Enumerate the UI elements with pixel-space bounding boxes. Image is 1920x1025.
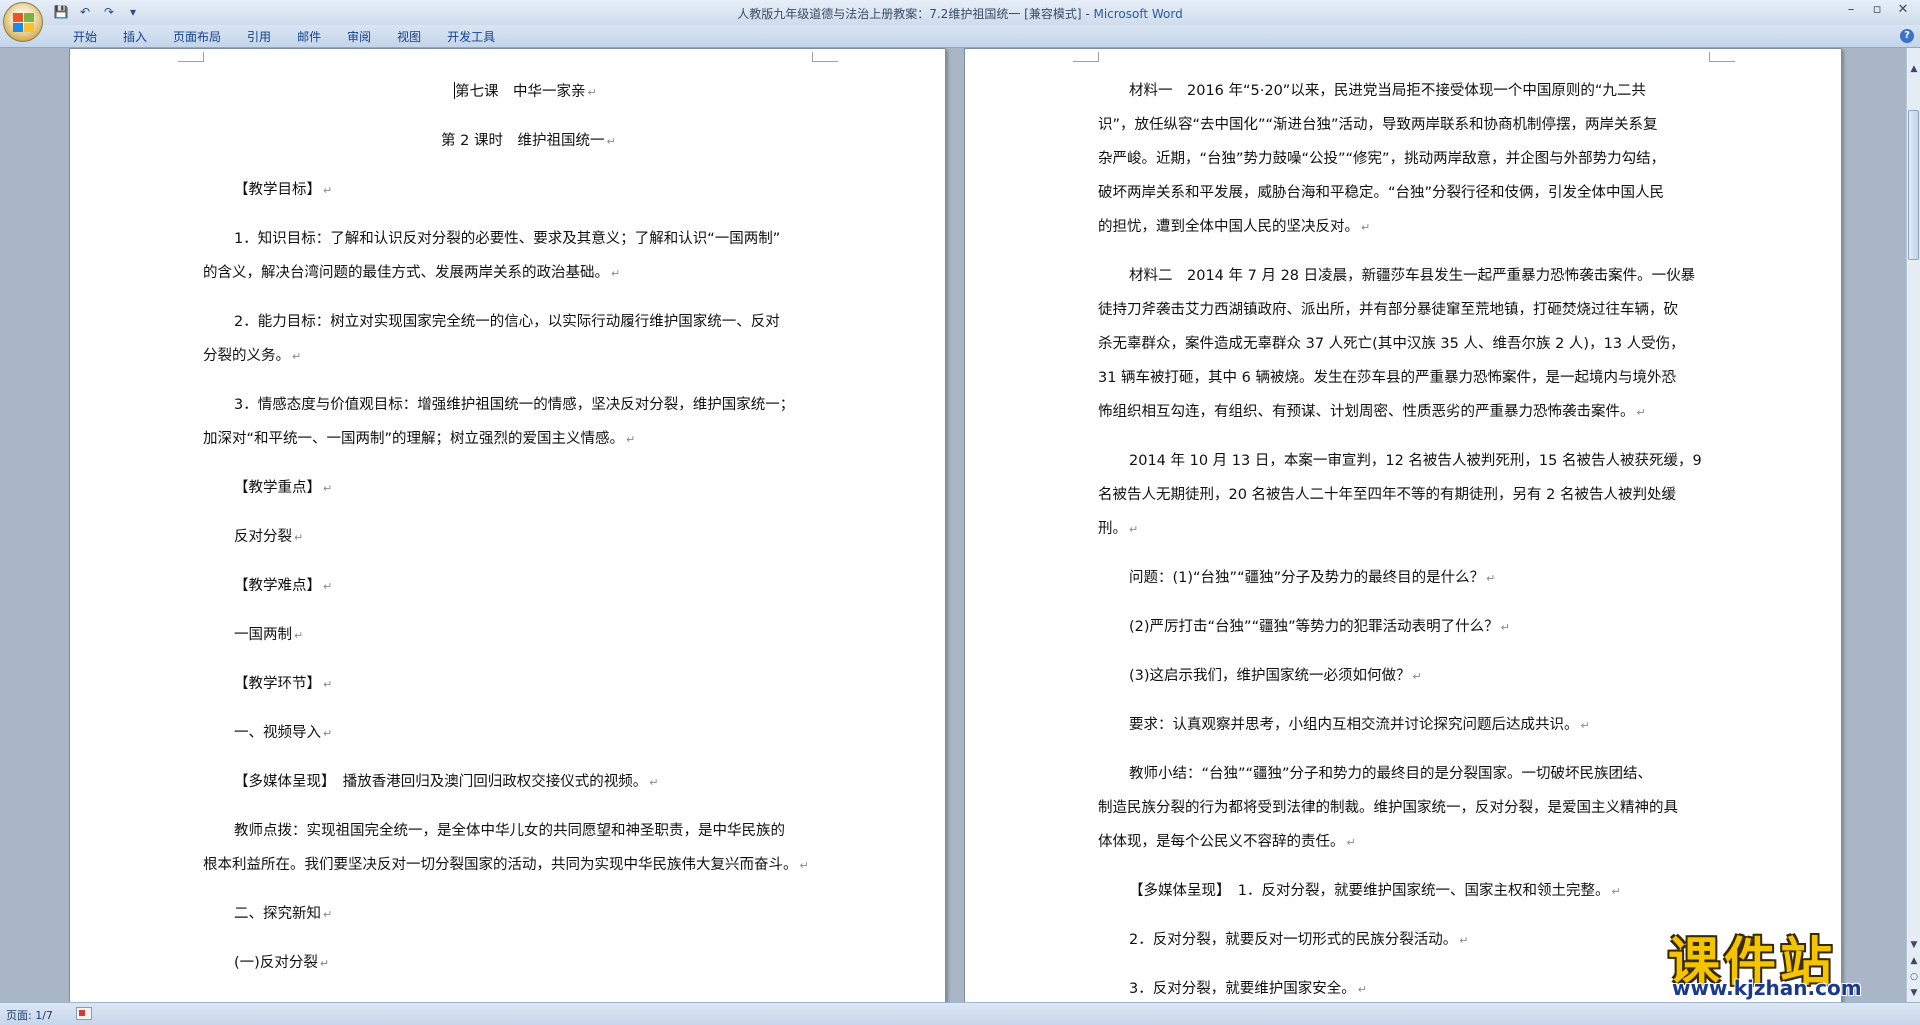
heading-difficulties: 【教学难点】 ↵ bbox=[234, 578, 333, 594]
lesson-title: 第七课 中华一家亲 ↵ bbox=[454, 82, 597, 100]
tab-insert[interactable]: 插入 bbox=[110, 29, 160, 45]
paragraph-line: 二、探究新知 ↵ bbox=[234, 906, 333, 922]
window-controls: – ▫ ✕ bbox=[1838, 2, 1916, 20]
tab-mailings[interactable]: 邮件 bbox=[284, 29, 334, 45]
paragraph-line: 一、视频导入 ↵ bbox=[234, 725, 333, 741]
paragraph-line: 的担忧，遭到全体中国人民的坚决反对。 ↵ bbox=[1098, 219, 1371, 235]
paragraph-line: 【多媒体呈现】 1．反对分裂，就要维护国家统一、国家主权和领土完整。 ↵ bbox=[1129, 883, 1621, 899]
paragraph-line: 识”，放任纵容“去中国化”“渐进台独”活动，导致两岸联系和协商机制停摆，两岸关系… bbox=[1098, 117, 1658, 133]
page-indicator[interactable]: 页面: 1/7 bbox=[6, 1007, 53, 1023]
question-1: 问题：(1)“台独”“疆独”分子及势力的最终目的是什么？ ↵ bbox=[1129, 570, 1496, 586]
paragraph-line: 杂严峻。近期，“台独”势力鼓噪“公投”“修宪”，挑动两岸敌意，并企图与外部势力勾… bbox=[1098, 151, 1666, 167]
paragraph-line: 反对分裂 ↵ bbox=[234, 529, 304, 545]
title-separator: - bbox=[1081, 7, 1094, 21]
office-logo-icon bbox=[13, 13, 35, 33]
ribbon-tabs: 开始 插入 页面布局 引用 邮件 审阅 视图 开发工具 bbox=[60, 29, 508, 45]
left-page-content[interactable]: 第七课 中华一家亲 ↵ 第 2 课时 维护祖国统一 ↵ 【教学目标】 ↵ 1．知识目标… bbox=[70, 49, 947, 1002]
heading-teaching-goals: 【教学目标】 ↵ bbox=[234, 182, 333, 198]
page-left[interactable]: 第七课 中华一家亲 ↵ 第 2 课时 维护祖国统一 ↵ 【教学目标】 ↵ 1．知识目标… bbox=[69, 48, 946, 1002]
tab-page-layout[interactable]: 页面布局 bbox=[160, 29, 234, 45]
minimize-button[interactable]: – bbox=[1838, 2, 1864, 20]
watermark: 课件站 www.kjzhan.com bbox=[1668, 920, 1908, 1002]
lesson-subtitle: 第 2 课时 维护祖国统一 ↵ bbox=[441, 133, 616, 149]
paragraph-line: 一国两制 ↵ bbox=[234, 627, 304, 643]
proofing-status-icon[interactable] bbox=[76, 1007, 92, 1020]
paragraph-line: 制造民族分裂的行为都将受到法律的制裁。维护国家统一，反对分裂，是爱国主义精神的具 bbox=[1098, 800, 1678, 816]
paragraph-line: 的含义，解决台湾问题的最佳方式、发展两岸关系的政治基础。 ↵ bbox=[203, 265, 621, 281]
window-title: 人教版九年级道德与法治上册教案：7.2维护祖国统一 [兼容模式] - Micro… bbox=[0, 5, 1920, 22]
paragraph-line: 要求：认真观察并思考，小组内互相交流并讨论探究问题后达成共识。 ↵ bbox=[1129, 717, 1590, 733]
paragraph-line: 徒持刀斧袭击艾力西湖镇政府、派出所，并有部分暴徒窜至荒地镇，打砸焚烧过往车辆，砍 bbox=[1098, 302, 1678, 318]
scroll-down-icon[interactable]: ▼ bbox=[1907, 938, 1920, 952]
ribbon: 开始 插入 页面布局 引用 邮件 审阅 视图 开发工具 ? bbox=[0, 25, 1920, 48]
scroll-up-icon[interactable]: ▲ bbox=[1907, 62, 1920, 76]
paragraph-line: 刑。 ↵ bbox=[1098, 521, 1139, 537]
paragraph-line: 名被告人无期徒刑，20 名被告人二十年至四年不等的有期徒刑，另有 2 名被告人被… bbox=[1098, 487, 1676, 503]
paragraph-line: 加深对“和平统一、一国两制”的理解；树立强烈的爱国主义情感。 ↵ bbox=[203, 431, 636, 447]
paragraph-line: 根本利益所在。我们要坚决反对一切分裂国家的活动，共同为实现中华民族伟大复兴而奋斗… bbox=[203, 857, 809, 873]
ruler-toggle-icon[interactable] bbox=[1907, 48, 1920, 62]
tab-references[interactable]: 引用 bbox=[234, 29, 284, 45]
tab-developer[interactable]: 开发工具 bbox=[434, 29, 508, 45]
status-bar: 页面: 1/7 bbox=[0, 1002, 1920, 1025]
tab-home[interactable]: 开始 bbox=[60, 29, 110, 45]
question-2: (2)严厉打击“台独”“疆独”等势力的犯罪活动表明了什么？ ↵ bbox=[1129, 619, 1510, 635]
heading-key-points: 【教学重点】 ↵ bbox=[234, 480, 333, 496]
paragraph-line: 3．情感态度与价值观目标：增强维护祖国统一的情感，坚决反对分裂，维护国家统一； bbox=[234, 397, 795, 413]
select-browse-object-icon[interactable]: ○ bbox=[1907, 970, 1920, 984]
previous-page-icon[interactable]: ▲ bbox=[1907, 954, 1920, 968]
question-3: (3)这启示我们，维护国家统一必须如何做？ ↵ bbox=[1129, 668, 1422, 684]
paragraph-line: 材料一 2016 年“5·20”以来，民进党当局拒不接受体现一个中国原则的“九二… bbox=[1129, 83, 1646, 99]
tab-view[interactable]: 视图 bbox=[384, 29, 434, 45]
paragraph-line: 分裂的义务。 ↵ bbox=[203, 348, 302, 364]
paragraph-line: 破坏两岸关系和平发展，威胁台海和平稳定。“台独”分裂行径和伎俩，引发全体中国人民 bbox=[1098, 185, 1665, 201]
paragraph-line: 材料二 2014 年 7 月 28 日凌晨，新疆莎车县发生一起严重暴力恐怖袭击案… bbox=[1129, 268, 1696, 284]
watermark-url: www.kjzhan.com bbox=[1672, 976, 1862, 1000]
paragraph-line: 教师点拨：实现祖国完全统一，是全体中华儿女的共同愿望和神圣职责，是中华民族的 bbox=[234, 823, 785, 839]
tab-review[interactable]: 审阅 bbox=[334, 29, 384, 45]
vertical-scrollbar[interactable]: ▲ ▼ ▲ ○ ▼ bbox=[1906, 48, 1920, 1002]
paragraph-line: 2．反对分裂，就要反对一切形式的民族分裂活动。 ↵ bbox=[1129, 932, 1469, 948]
paragraph-line: (一)反对分裂 ↵ bbox=[234, 955, 330, 971]
paragraph-line: 杀无辜群众，案件造成无辜群众 37 人死亡(其中汉族 35 人、维吾尔族 2 人… bbox=[1098, 336, 1685, 352]
app-name: Microsoft Word bbox=[1093, 7, 1183, 21]
close-button[interactable]: ✕ bbox=[1890, 2, 1916, 20]
document-title: 人教版九年级道德与法治上册教案：7.2维护祖国统一 [兼容模式] bbox=[737, 7, 1082, 21]
paragraph-line: 2014 年 10 月 13 日，本案一审宣判，12 名被告人被判死刑，15 名… bbox=[1129, 453, 1702, 469]
document-area[interactable]: 第七课 中华一家亲 ↵ 第 2 课时 维护祖国统一 ↵ 【教学目标】 ↵ 1．知识目标… bbox=[0, 48, 1906, 1002]
help-icon[interactable]: ? bbox=[1900, 29, 1914, 43]
paragraph-line: 教师小结：“台独”“疆独”分子和势力的最终目的是分裂国家。一切破坏民族团结、 bbox=[1129, 766, 1653, 782]
title-bar: 💾 ↶ ↷ ▾ 人教版九年级道德与法治上册教案：7.2维护祖国统一 [兼容模式]… bbox=[0, 0, 1920, 25]
paragraph-line: 【多媒体呈现】 播放香港回归及澳门回归政权交接仪式的视频。 ↵ bbox=[234, 774, 659, 790]
heading-teaching-steps: 【教学环节】 ↵ bbox=[234, 676, 333, 692]
page-right[interactable]: 材料一 2016 年“5·20”以来，民进党当局拒不接受体现一个中国原则的“九二… bbox=[964, 48, 1842, 1002]
paragraph-line: 怖组织相互勾连，有组织、有预谋、计划周密、性质恶劣的严重暴力恐怖袭击案件。 ↵ bbox=[1098, 404, 1646, 420]
office-button[interactable] bbox=[3, 2, 43, 42]
next-page-icon[interactable]: ▼ bbox=[1907, 986, 1920, 1000]
paragraph-line: 1．知识目标：了解和认识反对分裂的必要性、要求及其意义；了解和认识“一国两制” bbox=[234, 231, 781, 247]
paragraph-line: 2．能力目标：树立对实现国家完全统一的信心，以实际行动履行维护国家统一、反对 bbox=[234, 314, 780, 330]
maximize-button[interactable]: ▫ bbox=[1864, 2, 1890, 20]
paragraph-line: 31 辆车被打砸，其中 6 辆被烧。发生在莎车县的严重暴力恐怖案件，是一起境内与… bbox=[1098, 370, 1676, 386]
paragraph-line: 3．反对分裂，就要维护国家安全。 ↵ bbox=[1129, 981, 1367, 997]
scroll-thumb[interactable] bbox=[1908, 110, 1919, 260]
paragraph-line: 体体现，是每个公民义不容辞的责任。 ↵ bbox=[1098, 834, 1356, 850]
right-page-content[interactable]: 材料一 2016 年“5·20”以来，民进党当局拒不接受体现一个中国原则的“九二… bbox=[965, 49, 1843, 1002]
